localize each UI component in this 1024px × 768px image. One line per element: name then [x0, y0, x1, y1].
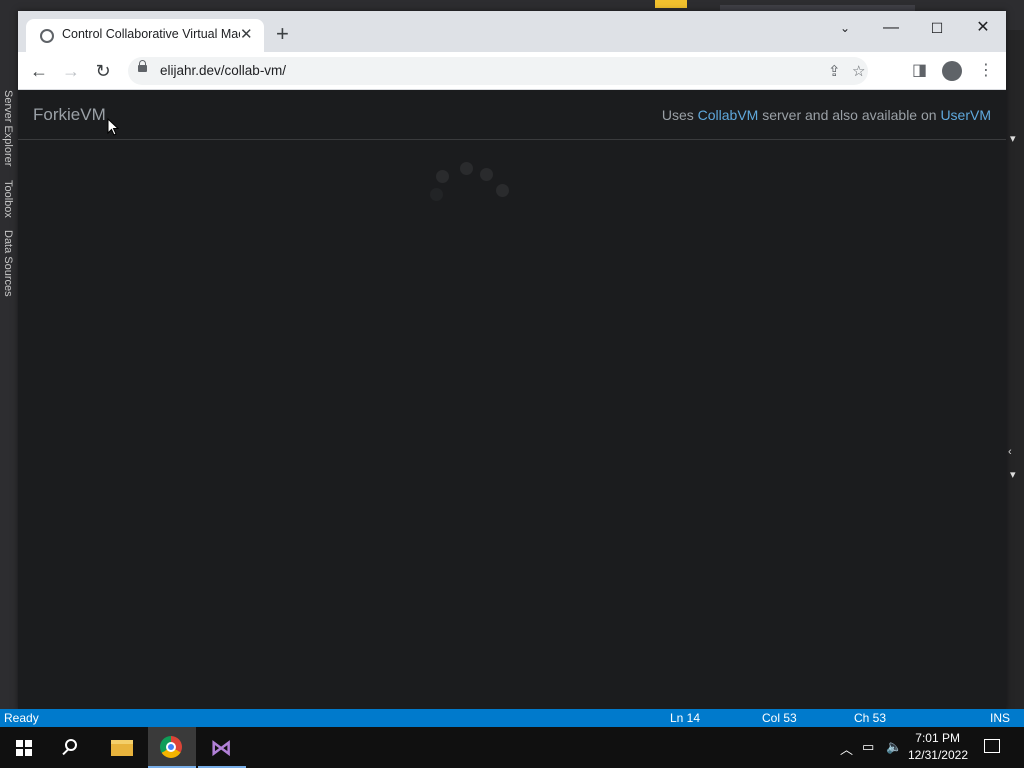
folder-icon: [111, 740, 133, 756]
tab-search-icon[interactable]: ⌄: [822, 15, 868, 41]
browser-toolbar: ← → ↻ elijahr.dev/collab-vm/ ⇪ ☆ ◨ ⋮: [18, 52, 1006, 90]
visual-studio-icon: ⋈: [210, 735, 232, 760]
reload-icon[interactable]: ↻: [92, 60, 114, 82]
uservm-link[interactable]: UserVM: [940, 107, 991, 123]
bookmark-star-icon[interactable]: ☆: [852, 62, 865, 80]
new-tab-icon[interactable]: +: [276, 23, 289, 45]
taskbar-chrome[interactable]: [148, 727, 196, 768]
spinner-dot: [436, 170, 449, 183]
chrome-icon-center: [166, 742, 176, 752]
network-icon[interactable]: ▭: [862, 739, 874, 755]
mouse-cursor-icon: [107, 118, 119, 136]
close-tab-icon[interactable]: ✕: [240, 25, 253, 43]
side-panel-icon[interactable]: ◨: [912, 60, 927, 80]
status-ready: Ready: [4, 711, 39, 725]
chrome-window: Control Collaborative Virtual Machine ✕ …: [18, 11, 1006, 710]
note-prefix: Uses: [661, 107, 698, 123]
spinner-dot: [496, 184, 509, 197]
page-content: ForkieVM Uses CollabVM server and also a…: [18, 90, 1006, 710]
address-bar[interactable]: elijahr.dev/collab-vm/ ⇪ ☆: [128, 57, 868, 85]
spinner-dot: [460, 162, 473, 175]
tab-title: Control Collaborative Virtual Machine: [62, 27, 240, 41]
clock-time[interactable]: 7:01 PM: [915, 731, 960, 745]
close-window-icon[interactable]: ✕: [960, 15, 1006, 41]
dropdown-arrow-icon[interactable]: ▾: [1010, 132, 1016, 145]
status-column: Col 53: [762, 711, 797, 725]
brand-title[interactable]: ForkieVM: [33, 105, 106, 125]
ide-notification-badge[interactable]: [655, 0, 687, 8]
spinner-dot: [480, 168, 493, 181]
share-icon[interactable]: ⇪: [828, 62, 841, 80]
windows-taskbar: ⋈ ︿ ▭ 🔈 7:01 PM 12/31/2022: [0, 727, 1024, 768]
tab-strip: Control Collaborative Virtual Machine ✕ …: [18, 11, 1006, 52]
clock-date[interactable]: 12/31/2022: [908, 748, 968, 762]
action-center-icon[interactable]: [984, 739, 1000, 753]
ide-status-bar: Ready Ln 14 Col 53 Ch 53 INS: [0, 709, 1024, 727]
menu-kebab-icon[interactable]: ⋮: [978, 60, 994, 80]
status-char: Ch 53: [854, 711, 887, 725]
page-header: ForkieVM Uses CollabVM server and also a…: [18, 90, 1006, 140]
rail-tab-server-explorer[interactable]: Server Explorer: [2, 90, 14, 166]
taskbar-file-explorer[interactable]: [98, 727, 146, 768]
start-button[interactable]: [0, 727, 48, 768]
collabvm-link[interactable]: CollabVM: [698, 107, 759, 123]
maximize-icon[interactable]: ☐: [914, 15, 960, 41]
status-line: Ln 14: [670, 711, 701, 725]
volume-icon[interactable]: 🔈: [886, 739, 902, 755]
ide-left-rail: Server Explorer Toolbox Data Sources: [0, 30, 18, 710]
search-icon-handle: [62, 748, 69, 756]
lock-icon-body: [138, 65, 147, 72]
spinner-dot: [430, 188, 443, 201]
ide-right-rail: ▾ ‹ ▾: [1006, 30, 1024, 710]
show-hidden-icons-icon[interactable]: ︿: [840, 739, 853, 758]
rail-tab-toolbox[interactable]: Toolbox: [2, 180, 14, 218]
taskbar-search-button[interactable]: [48, 727, 96, 768]
back-icon[interactable]: ←: [28, 60, 50, 82]
loading-spinner: [428, 160, 528, 230]
status-insert-mode: INS: [990, 711, 1011, 725]
note-middle: server and also available on: [758, 107, 941, 123]
minimize-icon[interactable]: —: [868, 15, 914, 41]
dropdown-arrow-icon[interactable]: ▾: [1010, 468, 1016, 481]
windows-logo-icon: [16, 740, 32, 756]
tab-active[interactable]: Control Collaborative Virtual Machine ✕: [26, 19, 264, 52]
globe-icon: [40, 29, 54, 43]
taskbar-visual-studio[interactable]: ⋈: [198, 727, 246, 768]
rail-tab-data-sources[interactable]: Data Sources: [2, 230, 14, 297]
url-text[interactable]: elijahr.dev/collab-vm/: [160, 63, 286, 78]
profile-avatar-icon[interactable]: [942, 61, 962, 81]
header-note: Uses CollabVM server and also available …: [662, 107, 991, 123]
chevron-left-icon[interactable]: ‹: [1008, 446, 1012, 458]
forward-icon[interactable]: →: [60, 60, 82, 82]
